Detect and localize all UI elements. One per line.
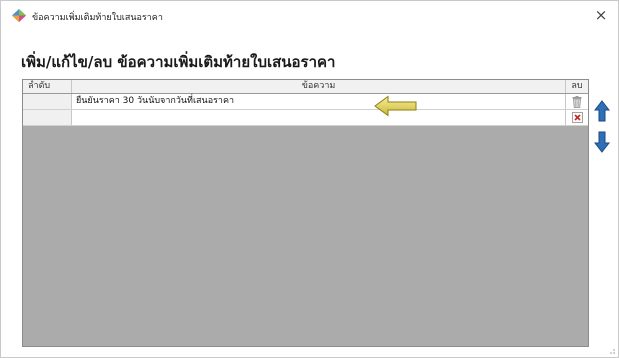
delete-x-icon [571,112,583,123]
message-grid: ลำดับ ข้อความ ลบ ยืนยันราคา 30 วันนับจาก… [22,79,589,347]
table-row[interactable]: ยืนยันราคา 30 วันนับจากวันที่เสนอราคา [23,94,588,110]
close-button[interactable]: × [590,5,612,25]
arrow-up-icon [594,100,610,122]
resize-grip-icon[interactable] [606,345,616,355]
column-header-seq[interactable]: ลำดับ [23,80,72,93]
dialog-window: ข้อความเพิ่มเติมท้ายใบเสนอราคา × เพิ่ม/แ… [0,0,619,358]
page-title: เพิ่ม/แก้ไข/ลบ ข้อความเพิ่มเติมท้ายใบเสน… [21,53,336,71]
grid-header: ลำดับ ข้อความ ลบ [23,80,588,94]
delete-row-button[interactable] [566,110,588,125]
row-message-cell[interactable] [72,110,566,125]
table-row[interactable] [23,110,588,126]
delete-row-button[interactable] [566,94,588,109]
move-down-button[interactable] [593,130,611,154]
row-seq-cell[interactable] [23,110,72,125]
column-header-message[interactable]: ข้อความ [72,80,566,93]
title-bar: ข้อความเพิ่มเติมท้ายใบเสนอราคา × [1,1,618,29]
arrow-down-icon [594,131,610,153]
yellow-arrow-pointer-icon [374,95,417,117]
row-seq-cell[interactable] [23,94,72,109]
move-up-button[interactable] [593,99,611,123]
trash-icon [572,95,582,108]
app-icon [12,9,26,22]
column-header-delete[interactable]: ลบ [566,80,588,93]
window-title: ข้อความเพิ่มเติมท้ายใบเสนอราคา [32,13,163,23]
row-message-cell[interactable]: ยืนยันราคา 30 วันนับจากวันที่เสนอราคา [72,94,566,109]
